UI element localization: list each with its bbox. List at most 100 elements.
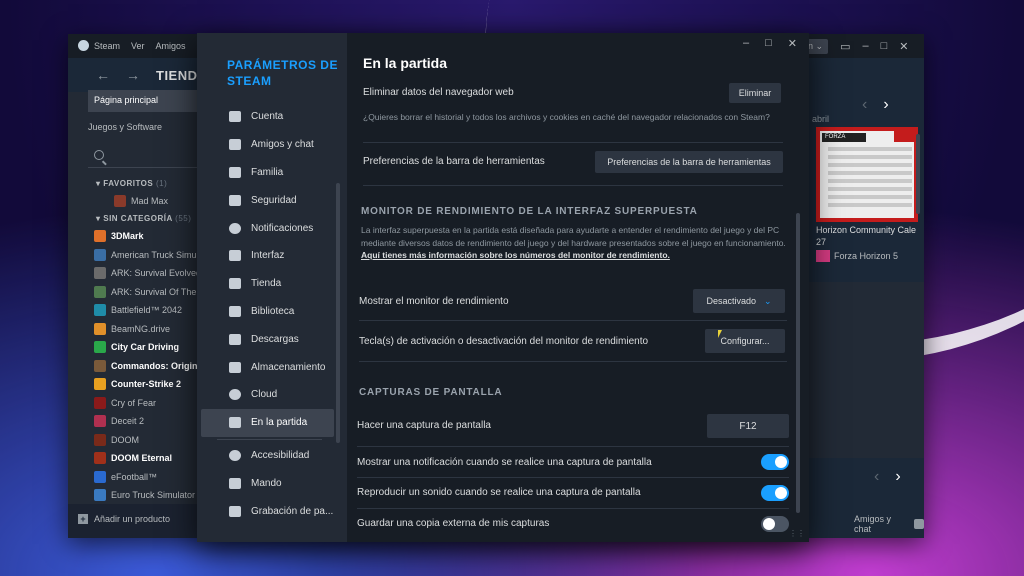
sidebar-item-grid[interactable]: Biblioteca	[201, 298, 334, 326]
notify-screenshot-toggle[interactable]	[761, 454, 789, 470]
add-product-button[interactable]: + Añadir un producto	[78, 514, 170, 524]
screenshot-key-button[interactable]: F12	[707, 414, 789, 438]
chevron-right-icon[interactable]: ›	[895, 468, 900, 486]
game-icon	[94, 230, 106, 243]
toggle-knob	[775, 487, 787, 499]
back-arrow-icon[interactable]: ←	[96, 67, 110, 83]
game-name: Counter-Strike 2	[111, 379, 182, 390]
list-item[interactable]: ARK: Survival Of The	[94, 283, 214, 302]
resize-grip-icon[interactable]: ⋮⋮	[789, 529, 805, 538]
sidebar-item-label: Familia	[251, 166, 284, 178]
uncategorized-header[interactable]: ▾ SIN CATEGORÍA (55)	[96, 214, 191, 223]
favorites-header[interactable]: ▾ FAVORITOS (1)	[96, 179, 167, 188]
chevron-left-icon[interactable]: ‹	[862, 96, 867, 114]
sidebar-item-monitor[interactable]: Interfaz	[201, 242, 334, 270]
perf-info-link[interactable]: Aquí tienes más información sobre los nú…	[361, 250, 670, 260]
list-item[interactable]: City Car Driving	[94, 338, 214, 357]
event-card[interactable]: FORZA	[816, 127, 918, 222]
sidebar-scrollbar[interactable]	[336, 183, 340, 443]
game-list: 3DMark American Truck Simul ARK: Survival …	[94, 227, 214, 505]
perf-section-desc: La interfaz superpuesta en la partida es…	[361, 224, 789, 262]
list-item[interactable]: Counter-Strike 2	[94, 375, 214, 394]
list-item[interactable]: ARK: Survival Evolved	[94, 264, 214, 283]
list-item[interactable]: Euro Truck Simulator	[94, 486, 214, 505]
list-item[interactable]: American Truck Simul	[94, 246, 214, 265]
list-item[interactable]: Battlefield™ 2042	[94, 301, 214, 320]
nav-divider	[217, 438, 322, 440]
list-item[interactable]: eFootball™	[94, 468, 214, 487]
toolbar-prefs-button[interactable]: Preferencias de la barra de herramientas	[595, 151, 783, 173]
close-icon[interactable]: ✕	[788, 37, 797, 50]
game-icon	[94, 489, 106, 502]
delete-browser-data-button[interactable]: Eliminar	[729, 83, 781, 103]
sidebar-item-in-game[interactable]: En la partida	[201, 408, 334, 437]
list-item[interactable]: Deceit 2	[94, 412, 214, 431]
list-item[interactable]: Cry of Fear	[94, 394, 214, 413]
game-icon	[94, 415, 106, 428]
big-picture-icon[interactable]: ▭	[840, 40, 850, 53]
perf-monitor-dropdown[interactable]: Desactivado ⌄	[693, 289, 785, 313]
minimize-icon[interactable]: –	[743, 37, 749, 50]
steam-logo-icon	[78, 40, 89, 51]
sidebar-item-storage[interactable]: Almacenamiento	[201, 353, 334, 381]
settings-content: – □ ✕ En la partida Eliminar datos del n…	[347, 33, 809, 542]
add-product-label: Añadir un producto	[94, 514, 171, 524]
list-item[interactable]: DOOM Eternal	[94, 449, 214, 468]
list-item[interactable]: DOOM	[94, 431, 214, 450]
sidebar-item-recording[interactable]: Grabación de pa...	[201, 497, 334, 525]
sidebar-item-shield[interactable]: Seguridad	[201, 186, 334, 214]
divider	[357, 477, 789, 478]
divider	[359, 361, 787, 362]
chevron-left-icon[interactable]: ‹	[874, 468, 879, 486]
list-item[interactable]: Commandos: Origins	[94, 357, 214, 376]
event-brand: FORZA	[822, 133, 866, 142]
toolbar-prefs-label: Preferencias de la barra de herramientas	[363, 156, 545, 167]
menu-friends[interactable]: Amigos	[156, 41, 186, 51]
right-scrollbar[interactable]	[916, 134, 920, 214]
configure-hotkey-button[interactable]: Configurar...	[705, 329, 785, 353]
library-filter[interactable]: Juegos y Software	[88, 122, 162, 132]
event-title-line2: 27	[816, 237, 827, 247]
event-game-name: Forza Horizon 5	[834, 251, 899, 261]
sidebar-item-download[interactable]: Descargas	[201, 325, 334, 353]
minimize-icon[interactable]: –	[862, 40, 868, 52]
content-scrollbar[interactable]	[796, 213, 800, 513]
friends-chat-button[interactable]: Amigos y chat	[854, 514, 924, 534]
divider	[363, 142, 783, 143]
event-title[interactable]: Horizon Community Cale 27	[816, 224, 924, 248]
sidebar-item-alert[interactable]: Notificaciones	[201, 214, 334, 242]
close-icon[interactable]: ✕	[899, 40, 908, 53]
sidebar-item-family[interactable]: Familia	[201, 159, 334, 187]
sidebar-item-controller[interactable]: Mando	[201, 469, 334, 497]
settings-dialog: PARÁMETROS DE STEAM Cuenta Amigos y chat F…	[197, 33, 809, 542]
game-name: DOOM	[111, 434, 139, 445]
carousel-arrows: ‹ ›	[862, 96, 889, 114]
sound-screenshot-toggle[interactable]	[761, 485, 789, 501]
event-game[interactable]: Forza Horizon 5	[816, 250, 898, 262]
menu-steam[interactable]: Steam	[94, 41, 120, 51]
take-screenshot-label: Hacer una captura de pantalla	[357, 420, 491, 431]
game-icon	[94, 452, 106, 465]
game-name: American Truck Simul	[111, 249, 199, 260]
game-name: City Car Driving	[111, 342, 180, 353]
sidebar-item-accessibility[interactable]: Accesibilidad	[201, 442, 334, 470]
list-item[interactable]: 3DMark	[94, 227, 214, 246]
forward-arrow-icon[interactable]: →	[126, 67, 140, 83]
external-copy-toggle[interactable]	[761, 516, 789, 532]
divider	[357, 446, 789, 447]
event-card-rows	[828, 147, 912, 211]
sidebar-item-cart[interactable]: Tienda	[201, 270, 334, 298]
maximize-icon[interactable]: □	[881, 40, 888, 52]
maximize-icon[interactable]: □	[765, 37, 772, 50]
search-icon[interactable]	[94, 150, 104, 160]
chevron-right-icon[interactable]: ›	[883, 96, 888, 114]
uncategorized-count: (55)	[175, 214, 192, 223]
menu-view[interactable]: Ver	[131, 41, 145, 51]
sidebar-item-id-card[interactable]: Cuenta	[201, 103, 334, 131]
list-item[interactable]: BeamNG.drive	[94, 320, 214, 339]
divider	[363, 185, 783, 186]
sidebar-item-friends[interactable]: Amigos y chat	[201, 131, 334, 159]
list-item[interactable]: Mad Max	[114, 192, 208, 211]
sidebar-item-cloud[interactable]: Cloud	[201, 381, 334, 409]
game-name: Cry of Fear	[111, 397, 157, 408]
